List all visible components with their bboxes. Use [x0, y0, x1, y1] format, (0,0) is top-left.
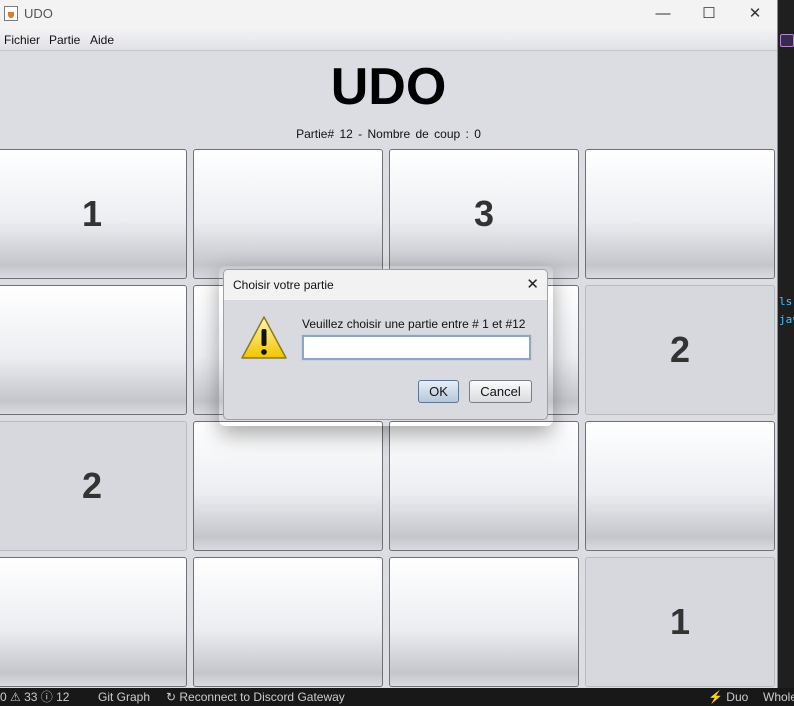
- dialog-title: Choisir votre partie: [233, 278, 334, 292]
- grid-cell[interactable]: [389, 557, 579, 687]
- menu-fichier[interactable]: Fichier: [4, 33, 40, 47]
- dialog-titlebar[interactable]: Choisir votre partie ✕: [224, 270, 547, 300]
- warning-icon: [240, 315, 288, 366]
- grid-cell[interactable]: [193, 557, 383, 687]
- editor-text-fragment: jav: [779, 313, 794, 326]
- vscode-statusbar: 0 ⚠ 33 ⓘ 12 Git Graph ↻ Reconnect to Dis…: [0, 688, 794, 706]
- grid-cell[interactable]: [585, 421, 775, 551]
- maximize-button[interactable]: ☐: [686, 0, 732, 28]
- grid-cell[interactable]: [193, 421, 383, 551]
- game-title: UDO: [330, 58, 447, 116]
- grid-cell[interactable]: [585, 149, 775, 279]
- grid-cell[interactable]: 3: [389, 149, 579, 279]
- java-app-icon: [4, 6, 18, 21]
- dialog-close-button[interactable]: ✕: [526, 275, 539, 293]
- editor-tab-icon: [780, 34, 794, 47]
- grid-cell[interactable]: 2: [0, 421, 187, 551]
- game-number-input[interactable]: [301, 334, 532, 361]
- discord-reconnect-item[interactable]: ↻ Reconnect to Discord Gateway: [166, 688, 345, 706]
- dialog-message: Veuillez choisir une partie entre # 1 et…: [302, 317, 526, 331]
- minimize-button[interactable]: —: [640, 0, 686, 28]
- git-graph-item[interactable]: Git Graph: [98, 688, 150, 706]
- menu-bar: Fichier Partie Aide: [0, 28, 777, 51]
- grid-cell[interactable]: 2: [585, 285, 775, 415]
- editor-text-fragment: ls: [779, 295, 793, 308]
- grid-cell[interactable]: [193, 149, 383, 279]
- game-info: Partie# 12 - Nombre de coup : 0: [296, 127, 481, 141]
- grid-cell[interactable]: 1: [585, 557, 775, 687]
- duo-item[interactable]: ⚡ Duo: [708, 688, 748, 706]
- choose-game-dialog: Choisir votre partie ✕ Veuillez choisir …: [223, 269, 548, 420]
- background-editor: ls jav: [778, 0, 794, 688]
- ok-button[interactable]: OK: [418, 380, 459, 403]
- menu-aide[interactable]: Aide: [90, 33, 114, 47]
- grid-cell[interactable]: [0, 557, 187, 687]
- grid-cell[interactable]: [389, 421, 579, 551]
- duo-label: Duo: [726, 690, 749, 704]
- close-button[interactable]: ✕: [732, 0, 778, 28]
- whole-item[interactable]: Whole: [763, 688, 794, 706]
- window-titlebar[interactable]: UDO — ☐ ✕: [0, 0, 777, 28]
- menu-partie[interactable]: Partie: [49, 33, 80, 47]
- cancel-button[interactable]: Cancel: [469, 380, 532, 403]
- problems-indicator[interactable]: 0 ⚠ 33 ⓘ 12: [0, 688, 69, 706]
- window-title: UDO: [24, 6, 53, 21]
- grid-cell[interactable]: 1: [0, 149, 187, 279]
- grid-cell[interactable]: [0, 285, 187, 415]
